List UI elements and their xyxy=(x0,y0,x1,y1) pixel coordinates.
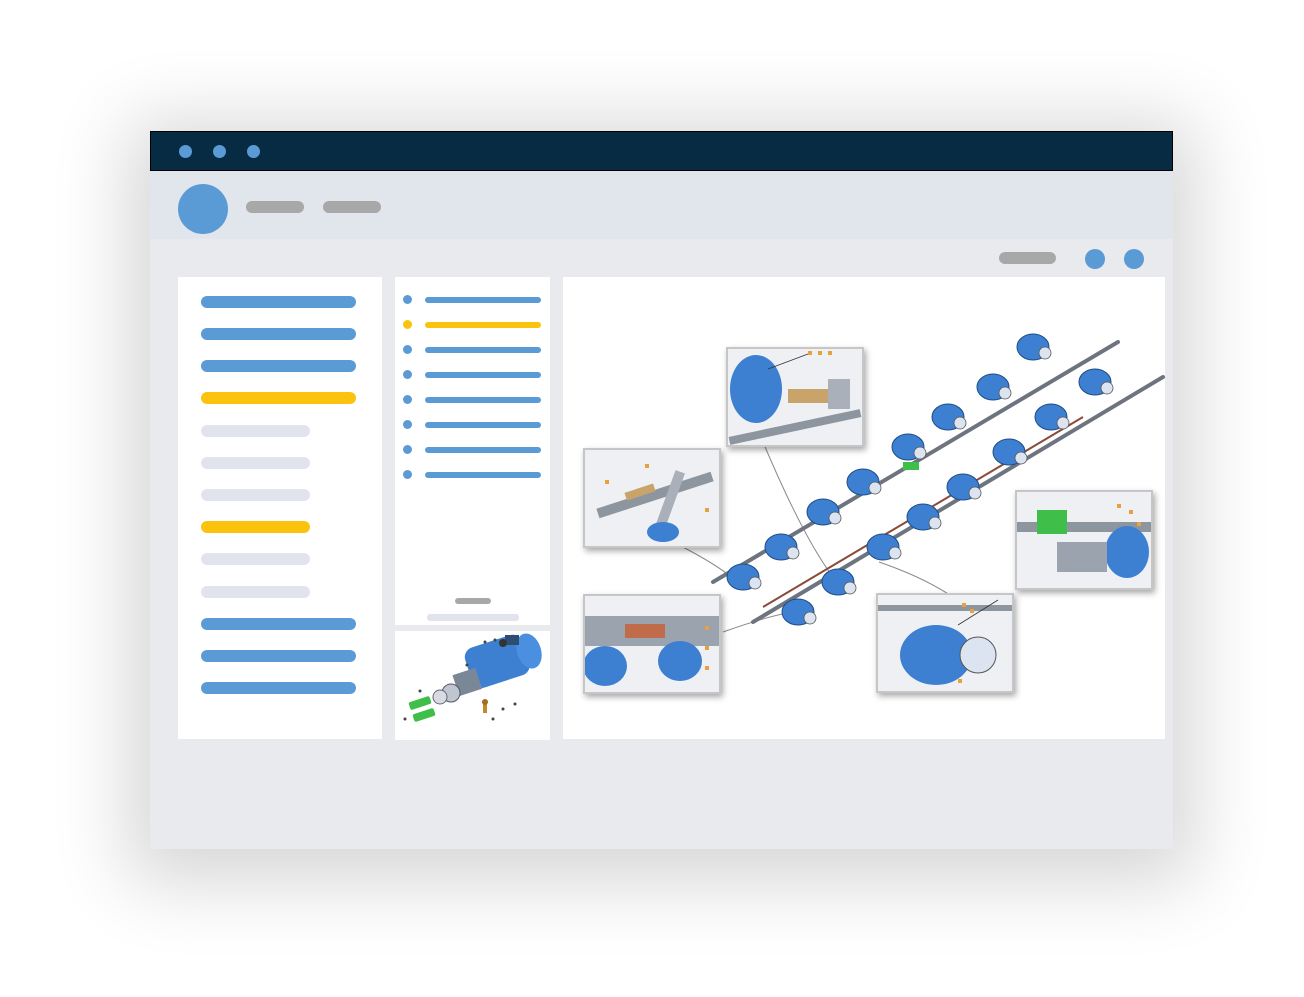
app-window xyxy=(150,131,1173,849)
parts-list xyxy=(395,277,550,625)
detail-callout[interactable] xyxy=(1015,490,1153,590)
list-item[interactable] xyxy=(425,347,541,353)
bullet-icon xyxy=(403,345,412,354)
exploded-part-image xyxy=(403,633,542,722)
sidebar-item[interactable] xyxy=(201,360,356,372)
nav-item-placeholder[interactable] xyxy=(323,201,381,213)
toolbar-circle-button[interactable] xyxy=(1124,249,1144,269)
bullet-icon xyxy=(403,370,412,379)
sidebar-item-selected[interactable] xyxy=(201,392,356,404)
sidebar-item[interactable] xyxy=(201,328,356,340)
detail-drawing xyxy=(596,464,714,542)
bullet-icon xyxy=(403,445,412,454)
scroll-handle[interactable] xyxy=(455,598,491,604)
list-item[interactable] xyxy=(425,372,541,378)
sidebar-item[interactable] xyxy=(201,586,310,598)
app-header xyxy=(150,171,1173,239)
sidebar-item-selected[interactable] xyxy=(201,521,310,533)
sidebar-item[interactable] xyxy=(201,618,356,630)
detail-drawing xyxy=(878,599,1012,685)
window-control-dot[interactable] xyxy=(179,145,192,158)
detail-callout[interactable] xyxy=(583,594,721,694)
list-item[interactable] xyxy=(425,472,541,478)
detail-drawing xyxy=(728,351,862,445)
bullet-icon xyxy=(403,420,412,429)
list-item-selected[interactable] xyxy=(425,322,541,328)
window-control-dot[interactable] xyxy=(247,145,260,158)
list-item[interactable] xyxy=(425,422,541,428)
detail-callout[interactable] xyxy=(726,347,864,447)
sidebar xyxy=(178,277,382,739)
sidebar-item[interactable] xyxy=(201,682,356,694)
sidebar-item[interactable] xyxy=(201,457,310,469)
sidebar-item[interactable] xyxy=(201,425,310,437)
nav-item-placeholder[interactable] xyxy=(246,201,304,213)
avatar[interactable] xyxy=(178,184,228,234)
drawing-viewer[interactable] xyxy=(563,277,1165,739)
sidebar-item[interactable] xyxy=(201,553,310,565)
list-item[interactable] xyxy=(425,447,541,453)
toolbar-action-placeholder[interactable] xyxy=(999,252,1056,264)
toolbar-circle-button[interactable] xyxy=(1085,249,1105,269)
sidebar-item[interactable] xyxy=(201,489,310,501)
detail-callout[interactable] xyxy=(876,593,1014,693)
title-bar xyxy=(150,131,1173,171)
part-thumbnail[interactable] xyxy=(395,631,550,740)
scroll-track[interactable] xyxy=(427,614,519,621)
detail-drawing xyxy=(585,616,719,686)
sidebar-item[interactable] xyxy=(201,296,356,308)
detail-callout[interactable] xyxy=(583,448,721,548)
list-item[interactable] xyxy=(425,397,541,403)
detail-drawing xyxy=(1017,504,1151,578)
list-item[interactable] xyxy=(425,297,541,303)
sidebar-item[interactable] xyxy=(201,650,356,662)
bullet-icon xyxy=(403,320,412,329)
window-control-dot[interactable] xyxy=(213,145,226,158)
bullet-icon xyxy=(403,395,412,404)
bullet-icon xyxy=(403,470,412,479)
bullet-icon xyxy=(403,295,412,304)
